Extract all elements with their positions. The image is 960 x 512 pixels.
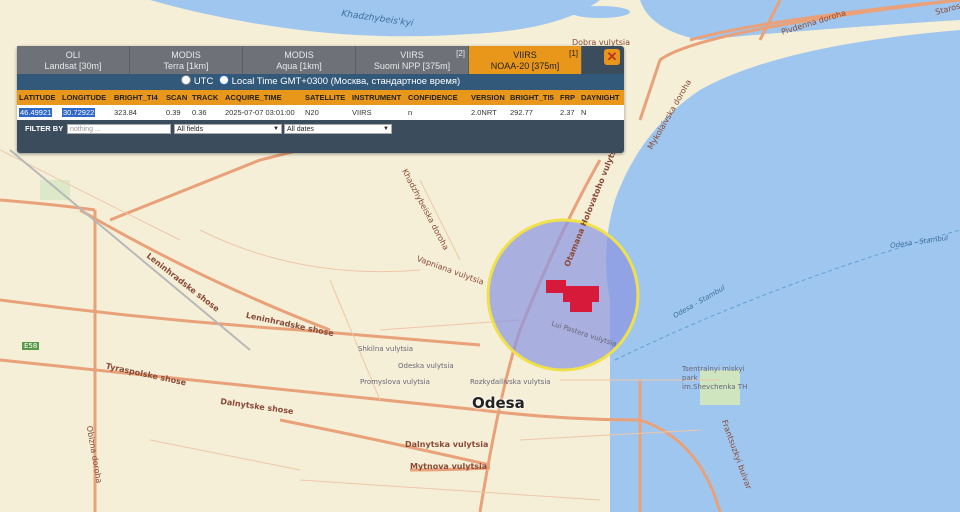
column-header[interactable]: ACQUIRE_TIME (223, 90, 303, 105)
table-header: LATITUDE LONGITUDE BRIGHT_TI4 SCAN TRACK ACQU… (17, 90, 624, 105)
filter-input[interactable]: nothing ... (67, 124, 171, 134)
utc-label: UTC (193, 76, 214, 87)
column-header[interactable]: TRACK (190, 90, 223, 105)
column-header[interactable]: FRP (558, 90, 579, 105)
cell-value: 323.84 (114, 108, 137, 117)
city-label: Odesa (472, 394, 525, 412)
column-header[interactable]: LONGITUDE (60, 90, 112, 105)
local-time-label: Local Time GMT+0300 (Москва, стандартное… (231, 76, 461, 87)
cell-value: 2.37 (560, 108, 575, 117)
tab-subtitle: Aqua [1km] (276, 61, 322, 71)
date-select-value: All dates (287, 126, 314, 133)
timezone-row: UTC Local Time GMT+0300 (Москва, стандар… (17, 74, 624, 90)
tab-oli-landsat[interactable]: OLI Landsat [30m] (17, 46, 130, 74)
sensor-tabs: OLI Landsat [30m] MODIS Terra [1km] MODI… (17, 46, 624, 74)
cell-value: 292.77 (510, 108, 533, 117)
column-header[interactable]: INSTRUMENT (350, 90, 406, 105)
column-header[interactable]: VERSION (469, 90, 508, 105)
date-select[interactable]: All dates ▼ (284, 124, 392, 134)
fire-data-panel: OLI Landsat [30m] MODIS Terra [1km] MODI… (17, 46, 624, 153)
filter-label: FILTER BY (25, 124, 64, 133)
column-header[interactable]: SATELLITE (303, 90, 350, 105)
cell-value: 0.39 (166, 108, 181, 117)
tab-subtitle: Suomi NPP [375m] (373, 61, 451, 71)
field-select-value: All fields (177, 126, 204, 133)
column-header[interactable]: LATITUDE (17, 90, 60, 105)
column-header[interactable]: SCAN (164, 90, 190, 105)
table-cell: 2.0NRT (469, 105, 508, 120)
table-cell: N20 (303, 105, 350, 120)
table-cell: 292.77 (508, 105, 558, 120)
tab-title: MODIS (284, 50, 314, 60)
table-cell: 0.39 (164, 105, 190, 120)
column-header[interactable]: BRIGHT_TI4 (112, 90, 164, 105)
cell-value: N20 (305, 108, 319, 117)
tab-viirs-snpp[interactable]: [2] VIIRS Suomi NPP [375m] (356, 46, 469, 74)
utc-radio[interactable] (180, 75, 191, 85)
cell-value: n (408, 108, 413, 117)
tab-subtitle: Landsat [30m] (44, 61, 102, 71)
table-cell: 2025-07-07 03:01:00 (223, 105, 303, 120)
tab-subtitle: Terra [1km] (163, 61, 209, 71)
table-cell: 46.49921 (17, 105, 60, 120)
rozkydailivska-label: Rozkydailivska vulytsia (470, 378, 551, 386)
tab-title: MODIS (171, 50, 201, 60)
park-label: Tsentralnyi miskyi park im.Shevchenka TH (682, 365, 748, 391)
column-header[interactable]: DAYNIGHT (579, 90, 624, 105)
table-row[interactable]: 46.49921 30.72922 323.84 0.39 0.36 2025-07-07… (17, 105, 624, 120)
promyslova-label: Promyslova vulytsia (360, 378, 430, 386)
shkilna-label: Shkilna vulytsia (358, 345, 414, 353)
local-time-radio[interactable] (218, 75, 229, 85)
table-cell: 323.84 (112, 105, 164, 120)
field-select[interactable]: All fields ▼ (174, 124, 282, 134)
odeska-label: Odeska vulytsia (398, 362, 454, 370)
dalnytska-label: Dalnytska vulytsia (405, 440, 489, 449)
cell-value: VIIRS (352, 108, 372, 117)
cell-value: 2.0NRT (471, 108, 497, 117)
tab-viirs-noaa20[interactable]: [1] VIIRS NOAA-20 [375m] (469, 46, 582, 74)
chevron-down-icon: ▼ (383, 126, 389, 132)
column-header[interactable]: CONFIDENCE (406, 90, 469, 105)
filter-bar: FILTER BY nothing ... All fields ▼ All da… (17, 120, 624, 138)
cell-value: 0.36 (192, 108, 207, 117)
tab-modis-aqua[interactable]: MODIS Aqua [1km] (243, 46, 356, 74)
tab-title: OLI (65, 50, 81, 60)
column-header[interactable]: BRIGHT_TI5 (508, 90, 558, 105)
cell-value: N (581, 108, 587, 117)
table-cell: n (406, 105, 469, 120)
cell-value: 46.49921 (19, 108, 53, 117)
table-cell: 2.37 (558, 105, 579, 120)
tab-modis-terra[interactable]: MODIS Terra [1km] (130, 46, 243, 74)
route-shield: E58 (22, 342, 40, 350)
table-cell: N (579, 105, 624, 120)
table-cell: VIIRS (350, 105, 406, 120)
fire-data-table: LATITUDE LONGITUDE BRIGHT_TI4 SCAN TRACK ACQU… (17, 90, 624, 120)
tab-count-badge: [2] (456, 49, 465, 58)
tab-subtitle: NOAA-20 [375m] (490, 61, 560, 71)
table-cell: 0.36 (190, 105, 223, 120)
chevron-down-icon: ▼ (273, 126, 279, 132)
tab-title: VIIRS (513, 50, 537, 60)
mytnova-label: Mytnova vulytsia (410, 462, 488, 471)
cell-value: 30.72922 (62, 108, 96, 117)
tab-title: VIIRS (400, 50, 424, 60)
tab-count-badge: [1] (569, 49, 578, 58)
close-icon[interactable]: ✕ (604, 49, 620, 65)
cell-value: 2025-07-07 03:01:00 (225, 108, 295, 117)
table-cell: 30.72922 (60, 105, 112, 120)
